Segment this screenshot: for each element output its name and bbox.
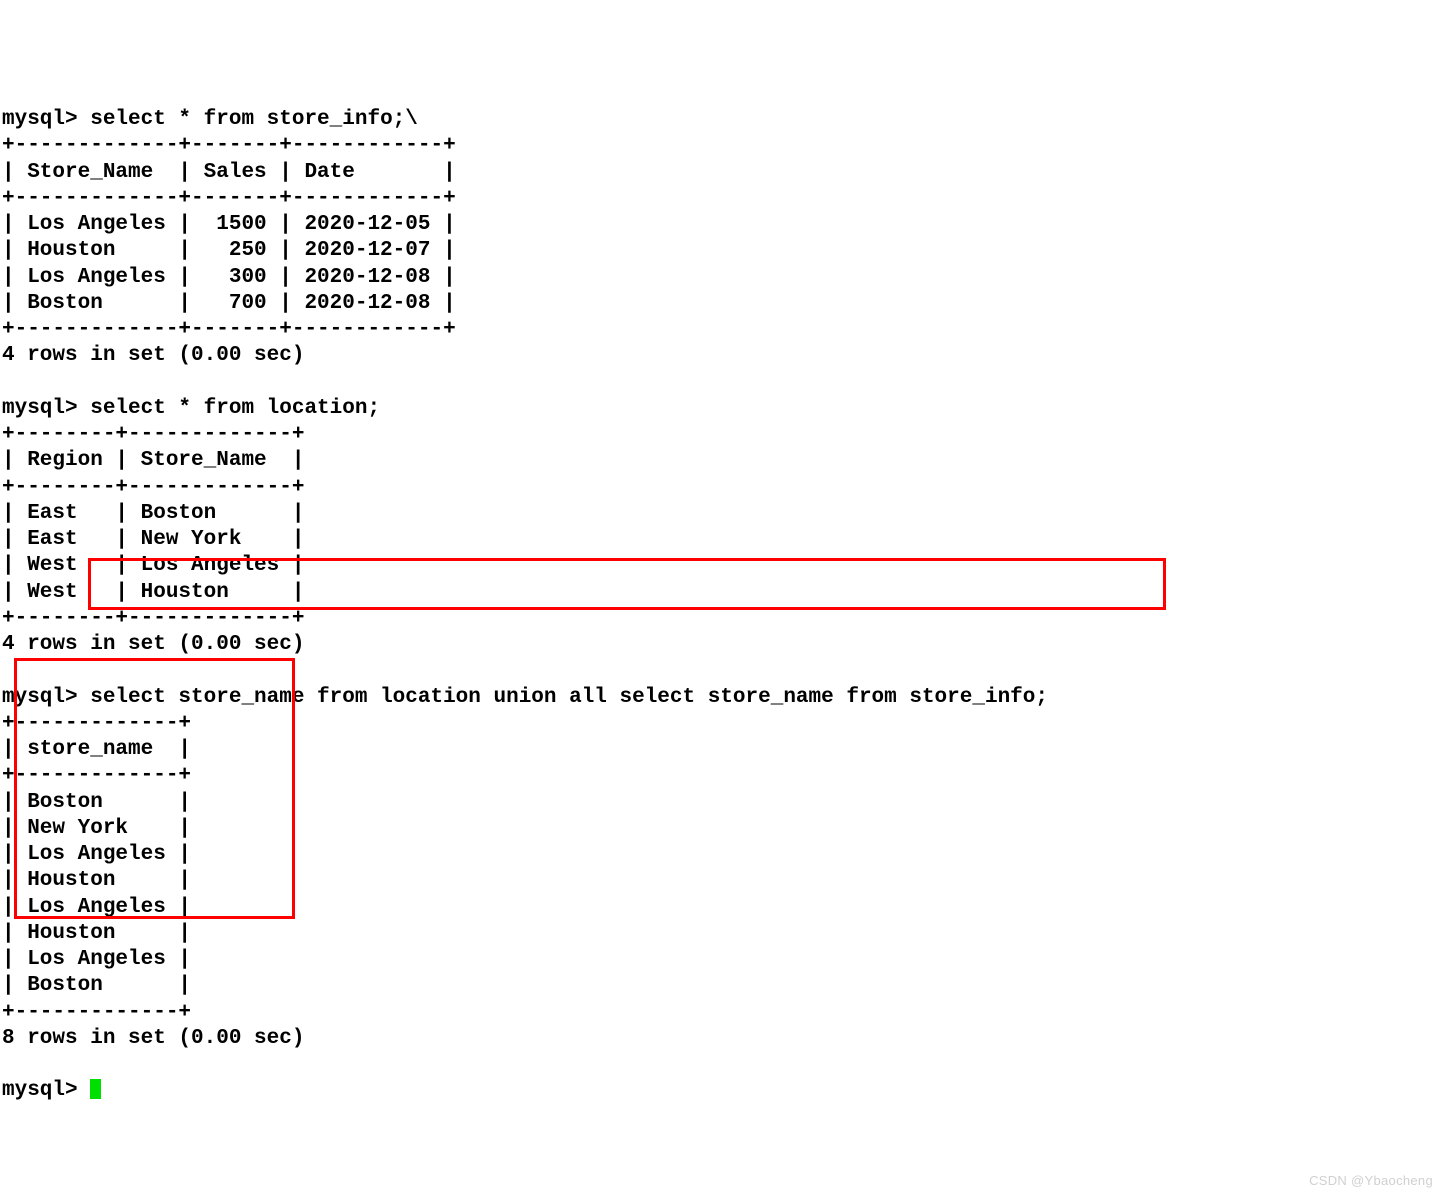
t3-row: | New York | bbox=[2, 817, 191, 840]
t2-border-bot: +--------+-------------+ bbox=[2, 607, 304, 630]
t2-row: | East | New York | bbox=[2, 528, 304, 551]
t2-footer: 4 rows in set (0.00 sec) bbox=[2, 633, 304, 656]
t3-row: | Boston | bbox=[2, 791, 191, 814]
sql-query-3: select store_name from location union al… bbox=[90, 686, 1048, 709]
t1-footer: 4 rows in set (0.00 sec) bbox=[2, 344, 304, 367]
mysql-prompt: mysql> bbox=[2, 397, 90, 420]
sql-query-1: select * from store_info;\ bbox=[90, 108, 418, 131]
t3-row: | Los Angeles | bbox=[2, 948, 191, 971]
t3-footer: 8 rows in set (0.00 sec) bbox=[2, 1027, 304, 1050]
t1-row: | Los Angeles | 300 | 2020-12-08 | bbox=[2, 266, 456, 289]
cursor-icon[interactable] bbox=[90, 1079, 101, 1099]
t1-row: | Boston | 700 | 2020-12-08 | bbox=[2, 292, 456, 315]
t2-row: | East | Boston | bbox=[2, 502, 304, 525]
t1-row: | Los Angeles | 1500 | 2020-12-05 | bbox=[2, 213, 456, 236]
t1-border-bot: +-------------+-------+------------+ bbox=[2, 318, 456, 341]
t1-header: | Store_Name | Sales | Date | bbox=[2, 161, 456, 184]
sql-query-2: select * from location; bbox=[90, 397, 380, 420]
t3-header: | store_name | bbox=[2, 738, 191, 761]
t2-border-mid: +--------+-------------+ bbox=[2, 476, 304, 499]
terminal-output: mysql> select * from store_info;\ +-----… bbox=[2, 108, 1048, 1102]
t3-border-mid: +-------------+ bbox=[2, 764, 191, 787]
watermark-text: CSDN @Ybaocheng bbox=[1309, 1173, 1433, 1189]
t2-border-top: +--------+-------------+ bbox=[2, 423, 304, 446]
t1-border-mid: +-------------+-------+------------+ bbox=[2, 187, 456, 210]
t3-row: | Los Angeles | bbox=[2, 896, 191, 919]
t2-row: | West | Los Angeles | bbox=[2, 554, 304, 577]
t2-row: | West | Houston | bbox=[2, 581, 304, 604]
mysql-prompt: mysql> bbox=[2, 108, 90, 131]
t1-border-top: +-------------+-------+------------+ bbox=[2, 134, 456, 157]
t3-border-top: +-------------+ bbox=[2, 712, 191, 735]
t3-row: | Los Angeles | bbox=[2, 843, 191, 866]
t3-row: | Houston | bbox=[2, 869, 191, 892]
t3-row: | Boston | bbox=[2, 974, 191, 997]
t3-row: | Houston | bbox=[2, 922, 191, 945]
mysql-prompt: mysql> bbox=[2, 686, 90, 709]
mysql-prompt[interactable]: mysql> bbox=[2, 1079, 90, 1102]
t2-header: | Region | Store_Name | bbox=[2, 449, 304, 472]
t1-row: | Houston | 250 | 2020-12-07 | bbox=[2, 239, 456, 262]
t3-border-bot: +-------------+ bbox=[2, 1001, 191, 1024]
